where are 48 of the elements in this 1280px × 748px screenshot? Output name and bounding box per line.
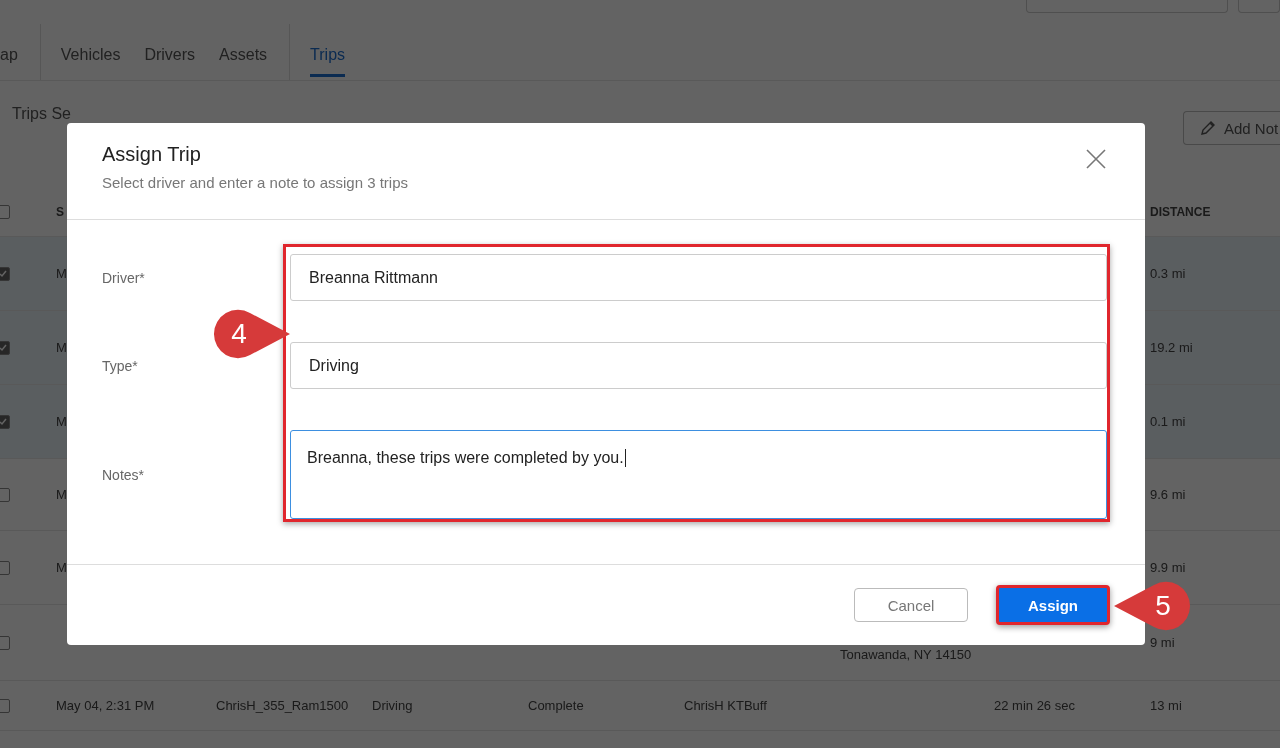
column-header: S xyxy=(56,204,64,219)
table-cell: ChrisH KTBuff xyxy=(684,698,767,713)
table-cell: ChrisH_355_Ram1500 xyxy=(216,698,349,713)
dialog-subtitle: Select driver and enter a note to assign 3 trips xyxy=(102,174,408,191)
nav-tab[interactable]: ap xyxy=(0,27,18,77)
add-note-button[interactable]: Add Not xyxy=(1183,111,1280,145)
notes-field[interactable]: Breanna, these trips were completed by you. xyxy=(290,430,1107,519)
table-cell: 22 min 26 sec xyxy=(994,698,1075,713)
close-icon[interactable] xyxy=(1085,148,1107,170)
input-field[interactable]: Breanna Rittmann xyxy=(290,254,1107,301)
table-cell: 19.2 mi xyxy=(1150,340,1193,355)
assign-button[interactable]: Assign xyxy=(996,585,1110,625)
table-cell: 0.3 mi xyxy=(1150,266,1186,281)
field-label: Notes* xyxy=(102,466,145,483)
nav-tab[interactable]: Drivers xyxy=(144,27,196,77)
selection-count: Trips Se xyxy=(12,105,71,123)
field-label: Driver* xyxy=(102,269,145,286)
table-cell: M xyxy=(56,266,67,281)
table-cell: Driving xyxy=(372,698,413,713)
header-checkbox[interactable] xyxy=(0,204,10,219)
table-cell: 13 mi xyxy=(1150,698,1182,713)
dialog-title: Assign Trip xyxy=(102,143,201,166)
nav-tab[interactable]: Vehicles xyxy=(60,27,121,77)
field-label: Type* xyxy=(102,357,138,374)
table-cell: May 04, 2:31 PM xyxy=(56,698,155,713)
table-cell: 9.6 mi xyxy=(1150,487,1186,502)
table-cell: M xyxy=(56,560,67,575)
table-cell: Complete xyxy=(528,698,584,713)
row-checkbox[interactable] xyxy=(0,414,10,429)
nav-tab[interactable]: Assets xyxy=(219,27,268,77)
nav-tab[interactable]: Trips xyxy=(310,27,346,77)
column-header: DISTANCE xyxy=(1150,204,1211,219)
row-checkbox[interactable] xyxy=(0,340,10,355)
cancel-button[interactable]: Cancel xyxy=(854,588,968,622)
table-cell: 9 mi xyxy=(1150,635,1175,650)
table-cell: 0.1 mi xyxy=(1150,414,1186,429)
row-checkbox[interactable] xyxy=(0,635,10,650)
table-cell: 9.9 mi xyxy=(1150,560,1186,575)
row-checkbox[interactable] xyxy=(0,487,10,502)
table-cell-text: Tonawanda, NY 14150 xyxy=(840,647,972,664)
row-checkbox[interactable] xyxy=(0,266,10,281)
table-cell: M xyxy=(56,487,67,502)
table-cell: M xyxy=(56,414,67,429)
row-checkbox[interactable] xyxy=(0,560,10,575)
input-field[interactable]: Driving xyxy=(290,342,1107,389)
pencil-icon xyxy=(1200,120,1216,136)
row-checkbox[interactable] xyxy=(0,698,10,713)
table-cell: M xyxy=(56,340,67,355)
